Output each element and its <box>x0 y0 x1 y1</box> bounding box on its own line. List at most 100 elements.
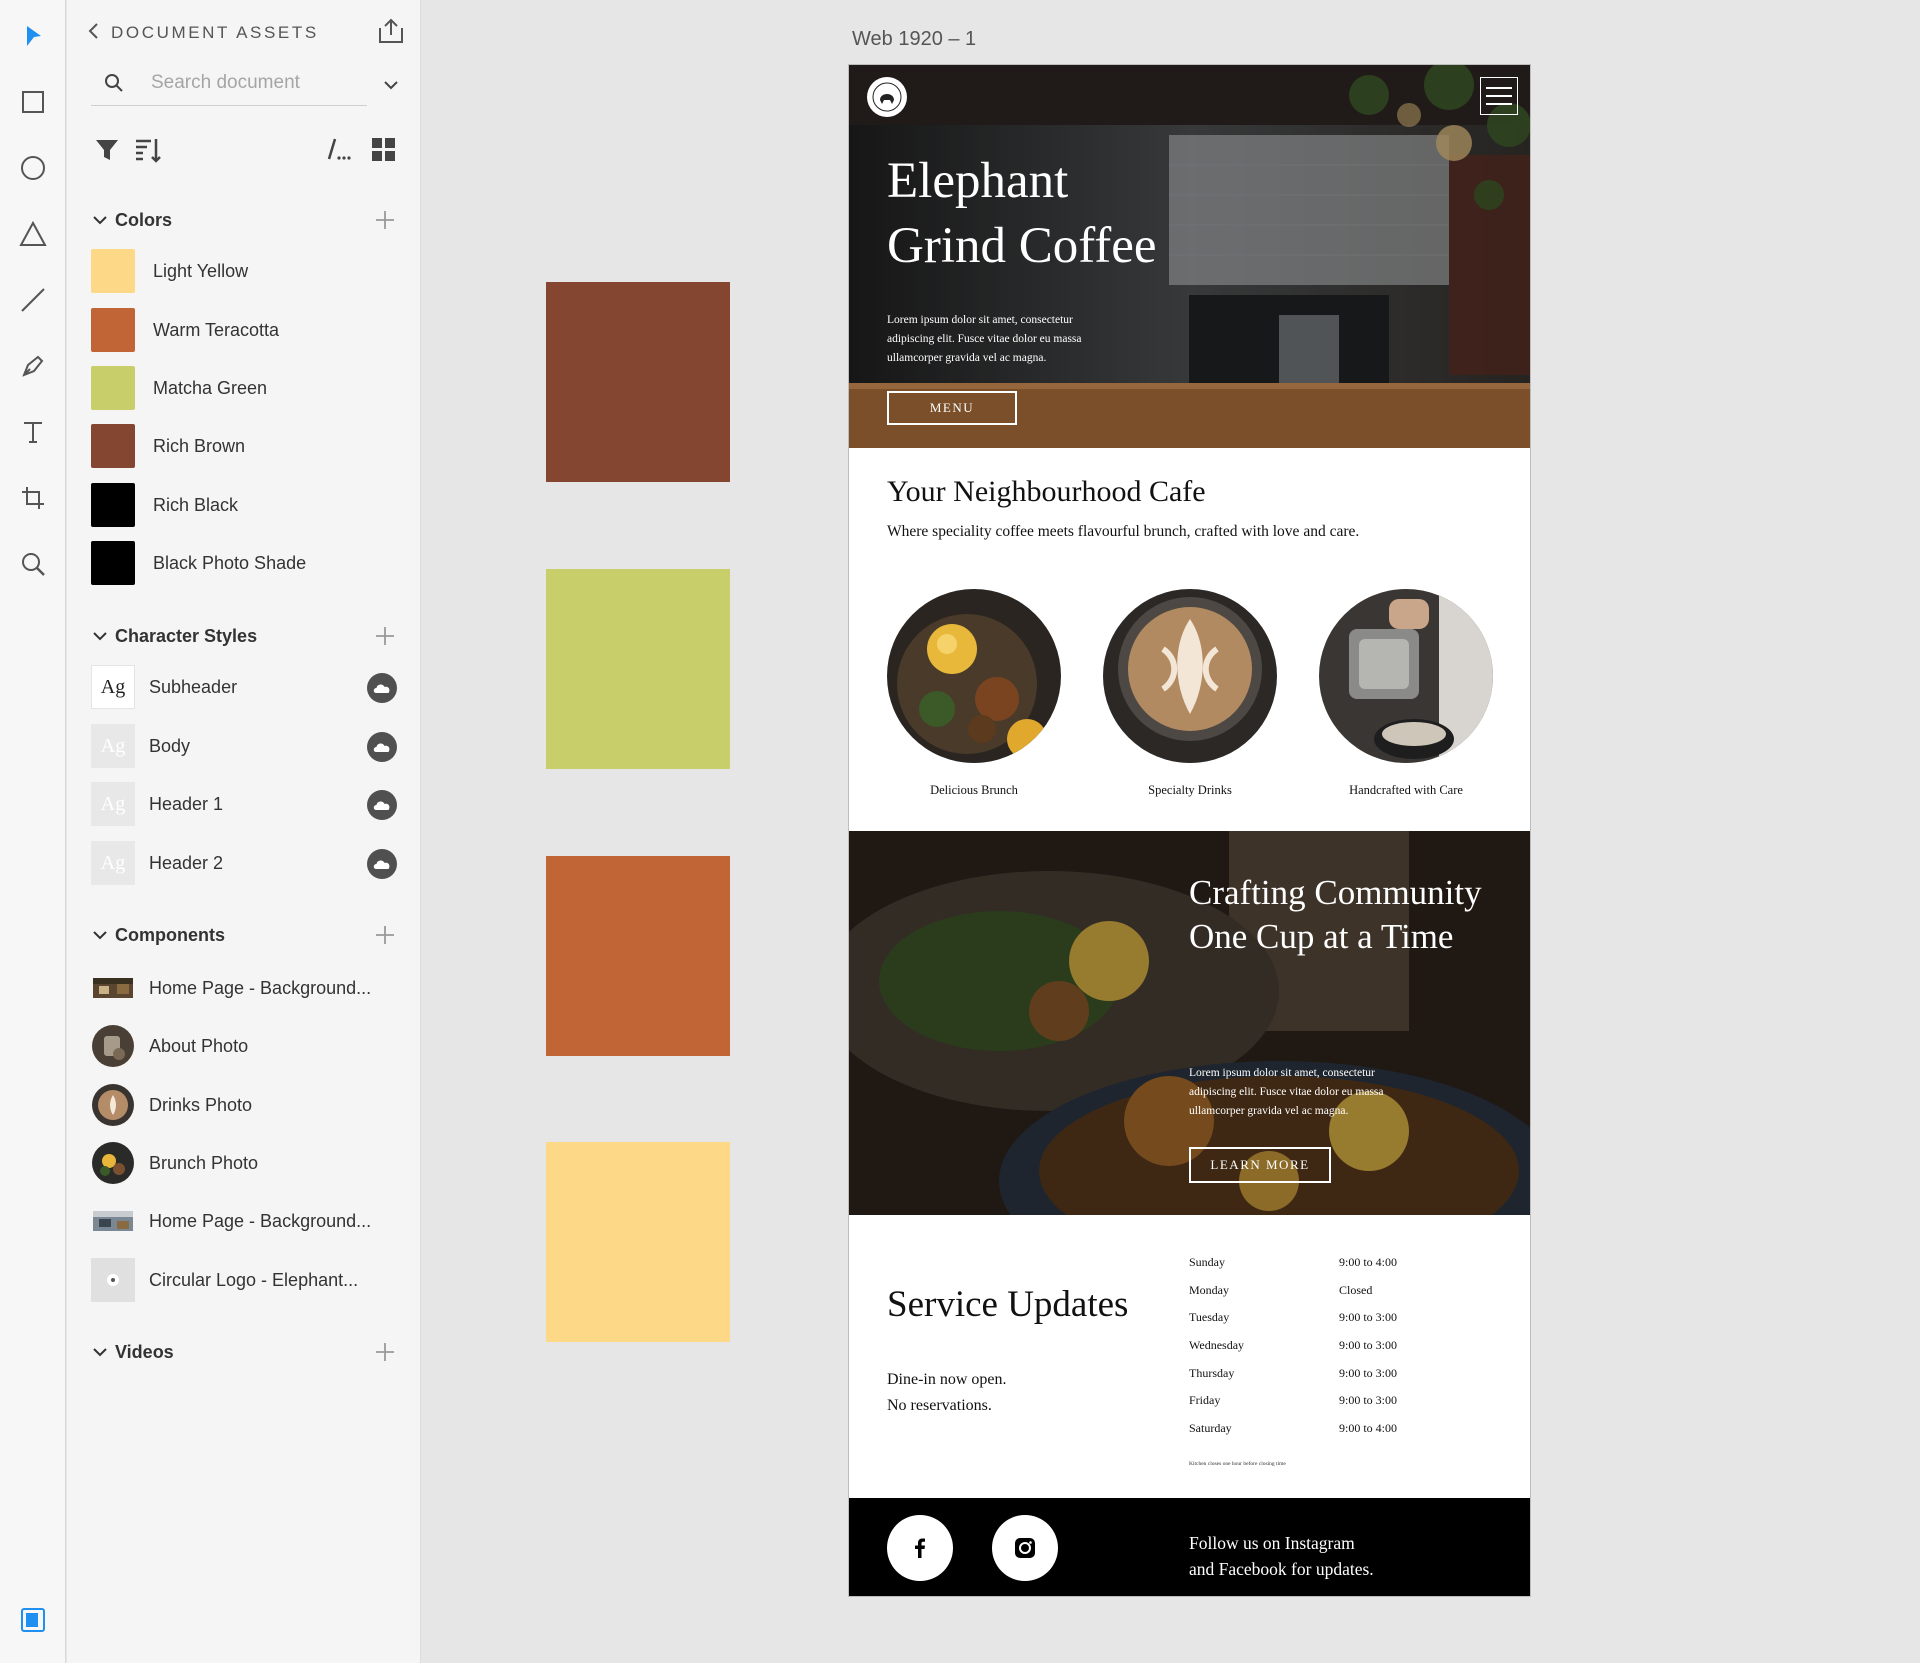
path-view-icon[interactable] <box>325 135 355 165</box>
colors-section-header[interactable]: Colors <box>91 206 397 236</box>
polygon-tool-icon[interactable] <box>11 212 55 256</box>
add-color-icon[interactable] <box>373 208 397 232</box>
hours-day: Saturday <box>1189 1421 1232 1436</box>
search-input[interactable]: Search document <box>91 68 367 106</box>
color-item[interactable]: Light Yellow <box>91 249 401 293</box>
components-section-header[interactable]: Components <box>91 921 397 951</box>
hero-body-text: Lorem ipsum dolor sit amet, consectetur … <box>887 314 1082 364</box>
artboard[interactable]: Elephant Grind Coffee Lorem ipsum dolor … <box>848 64 1531 1597</box>
brunch-photo <box>887 589 1061 763</box>
rectangle-tool-icon[interactable] <box>11 80 55 124</box>
assets-panel-icon[interactable] <box>11 1598 55 1642</box>
color-name: Matcha Green <box>153 378 268 398</box>
line-tool-icon[interactable] <box>11 278 55 322</box>
color-swatch <box>91 366 135 410</box>
component-item[interactable]: Home Page - Background... <box>91 1199 401 1243</box>
canvas-swatch-light-yellow[interactable] <box>546 1142 730 1342</box>
circular-logo[interactable] <box>867 77 907 117</box>
canvas-swatch-rich-brown[interactable] <box>546 282 730 482</box>
footer: Follow us on Instagram and Facebook for … <box>849 1498 1530 1596</box>
add-component-icon[interactable] <box>373 923 397 947</box>
component-name: Circular Logo - Elephant... <box>149 1270 359 1290</box>
character-style-item[interactable]: Ag Subheader <box>91 665 401 709</box>
color-item[interactable]: Rich Black <box>91 483 401 527</box>
feature-label: Handcrafted with Care <box>1349 783 1463 797</box>
feature-label: Delicious Brunch <box>930 783 1018 797</box>
ellipse-tool-icon[interactable] <box>11 146 55 190</box>
text-tool-icon[interactable] <box>11 410 55 454</box>
component-thumbnail <box>91 1258 135 1302</box>
add-character-style-icon[interactable] <box>373 624 397 648</box>
component-thumbnail <box>91 966 135 1010</box>
handcrafted-photo <box>1319 589 1493 763</box>
canvas-swatch-matcha-green[interactable] <box>546 569 730 769</box>
videos-section-header[interactable]: Videos <box>91 1338 397 1368</box>
color-item[interactable]: Black Photo Shade <box>91 541 401 585</box>
menu-button[interactable]: MENU <box>887 391 1017 425</box>
style-preview: Ag <box>91 724 135 768</box>
color-name: Light Yellow <box>153 261 249 281</box>
component-item[interactable]: About Photo <box>91 1024 401 1068</box>
community-title: Crafting Community One Cup at a Time <box>1189 873 1482 956</box>
share-icon[interactable] <box>376 16 406 46</box>
service-note: Dine-in now open. No reservations. <box>887 1367 1007 1419</box>
style-name: Header 1 <box>149 794 224 814</box>
service-note-line: Dine-in now open. <box>887 1371 1007 1388</box>
character-styles-section-header[interactable]: Character Styles <box>91 622 397 652</box>
component-item[interactable]: Home Page - Background... <box>91 966 401 1010</box>
component-item[interactable]: Brunch Photo <box>91 1141 401 1185</box>
hours-time: 9:00 to 3:00 <box>1339 1365 1398 1380</box>
add-video-icon[interactable] <box>373 1340 397 1364</box>
hero-section: Elephant Grind Coffee Lorem ipsum dolor … <box>849 65 1530 448</box>
feature-label: Specialty Drinks <box>1148 783 1232 797</box>
select-tool-icon[interactable] <box>11 14 55 58</box>
follow-text: Follow us on Instagram and Facebook for … <box>1189 1530 1449 1582</box>
component-thumbnail <box>91 1024 135 1068</box>
color-item[interactable]: Matcha Green <box>91 366 401 410</box>
canvas-swatch-warm-teracotta[interactable] <box>546 856 730 1056</box>
component-thumbnail <box>91 1083 135 1127</box>
hours-row: Thursday 9:00 to 3:00 <box>1189 1366 1449 1394</box>
character-style-item[interactable]: Ag Header 2 <box>91 841 401 885</box>
facebook-icon[interactable] <box>887 1515 953 1581</box>
hours-row: Sunday 9:00 to 4:00 <box>1189 1255 1449 1283</box>
search-icon <box>103 72 125 94</box>
hours-day: Tuesday <box>1189 1310 1230 1325</box>
component-name: Drinks Photo <box>149 1095 253 1115</box>
filter-icon[interactable] <box>93 135 123 165</box>
hours-time: 9:00 to 3:00 <box>1339 1338 1398 1353</box>
component-item[interactable]: Circular Logo - Elephant... <box>91 1258 401 1302</box>
document-assets-panel: DOCUMENT ASSETS Search document Colors L… <box>67 0 421 1663</box>
hero-title-line1: Elephant <box>887 153 1069 209</box>
pen-tool-icon[interactable] <box>11 344 55 388</box>
artboard-label[interactable]: Web 1920 – 1 <box>852 28 976 51</box>
chevron-down-icon[interactable] <box>380 74 402 96</box>
sort-icon[interactable] <box>133 135 163 165</box>
colors-section-title: Colors <box>115 210 173 230</box>
cloud-icon <box>367 790 397 820</box>
back-chevron-icon[interactable] <box>87 22 101 45</box>
service-note-line: No reservations. <box>887 1397 992 1414</box>
color-item[interactable]: Rich Brown <box>91 424 401 468</box>
intro-subtitle: Where speciality coffee meets flavourful… <box>887 523 1360 540</box>
component-item[interactable]: Drinks Photo <box>91 1083 401 1127</box>
hours-day: Thursday <box>1189 1365 1235 1380</box>
hero-title: Elephant Grind Coffee <box>887 149 1247 279</box>
zoom-tool-icon[interactable] <box>11 542 55 586</box>
hours-time: 9:00 to 4:00 <box>1339 1421 1398 1436</box>
cloud-icon <box>367 849 397 879</box>
hours-row: Tuesday 9:00 to 3:00 <box>1189 1310 1449 1338</box>
hamburger-menu-icon[interactable] <box>1480 77 1518 115</box>
artboard-tool-icon[interactable] <box>11 476 55 520</box>
hours-day: Monday <box>1189 1282 1229 1297</box>
color-item[interactable]: Warm Teracotta <box>91 308 401 352</box>
character-style-item[interactable]: Ag Body <box>91 724 401 768</box>
instagram-icon[interactable] <box>992 1515 1058 1581</box>
tool-bar <box>0 0 66 1663</box>
service-updates-title: Service Updates <box>887 1284 1129 1325</box>
character-style-item[interactable]: Ag Header 1 <box>91 782 401 826</box>
hours-time: 9:00 to 4:00 <box>1339 1255 1398 1269</box>
color-swatch <box>91 424 135 468</box>
grid-view-icon[interactable] <box>369 135 399 165</box>
learn-more-button[interactable]: LEARN MORE <box>1189 1147 1331 1183</box>
